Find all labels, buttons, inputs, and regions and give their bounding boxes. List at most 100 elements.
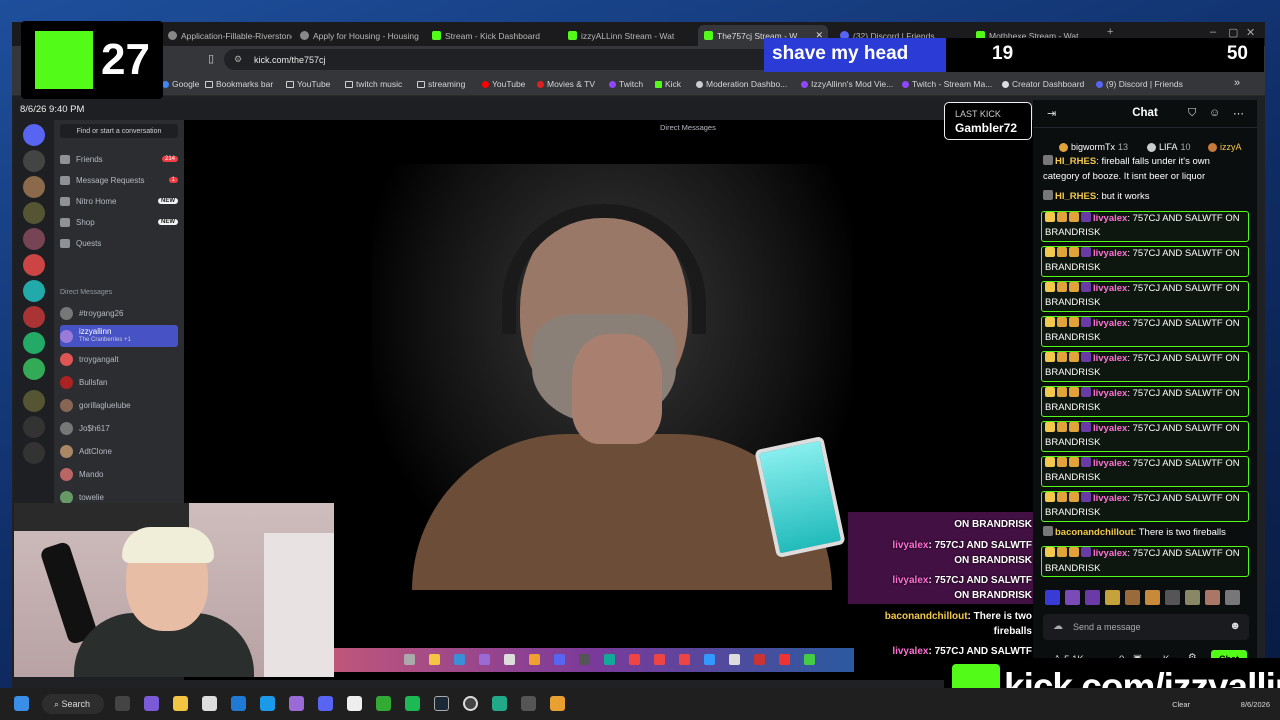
bookmark-icon[interactable]: ▯ — [208, 52, 214, 65]
xbox-icon[interactable] — [376, 696, 391, 711]
more-icon[interactable]: ⋯ — [1233, 107, 1244, 120]
tab-kick-dashboard[interactable]: Stream - Kick Dashboard — [426, 25, 556, 46]
file-explorer-icon[interactable] — [173, 696, 188, 711]
emote-icon[interactable] — [1205, 590, 1220, 605]
system-clock[interactable]: Clear 8/6/2026 — [1172, 700, 1270, 709]
chat-message[interactable]: livyalex: 757CJ AND SALWTF ON BRANDRISK — [1041, 245, 1249, 277]
bookmark-twitch-stream-manager[interactable]: Twitch - Stream Ma... — [902, 79, 992, 89]
edge-icon[interactable] — [260, 696, 275, 711]
chat-username[interactable]: livyalex — [1093, 493, 1127, 504]
dm-name: Mando — [79, 469, 104, 479]
bookmark-mod-view[interactable]: IzzyAllinn's Mod Vie... — [801, 79, 893, 89]
site-info-icon[interactable]: ⚙ — [234, 54, 242, 65]
bookmark-movies-tv[interactable]: Movies & TV — [537, 79, 595, 89]
chat-username[interactable]: HI_RHES — [1055, 156, 1096, 167]
audio-icon[interactable] — [347, 696, 362, 711]
folder-icon — [345, 80, 353, 88]
chat-username[interactable]: livyalex — [1093, 213, 1127, 224]
chat-message[interactable]: livyalex: 757CJ AND SALWTF ON BRANDRISK — [1041, 315, 1249, 347]
chat-username[interactable]: livyalex — [1093, 388, 1127, 399]
chat-settings-icon[interactable]: ☁ — [1053, 621, 1063, 632]
tab-label: Application-Fillable-Riverstone — [181, 30, 292, 41]
bookmark-moderation[interactable]: Moderation Dashbo... — [696, 79, 787, 89]
url-field[interactable]: ⚙ kick.com/the757cj — [224, 49, 784, 70]
twitch-icon — [902, 80, 909, 88]
chat-username[interactable]: livyalex — [1093, 318, 1127, 329]
app-icon[interactable] — [492, 696, 507, 711]
emote-icon[interactable] — [1105, 590, 1120, 605]
store-icon[interactable] — [202, 696, 217, 711]
users-icon[interactable]: ☺ — [1209, 107, 1220, 119]
emote-icon[interactable] — [1065, 590, 1080, 605]
dm-status: The Cranberries +1 — [79, 337, 131, 343]
bookmark-youtube-folder[interactable]: YouTube — [286, 79, 330, 89]
chat-username[interactable]: livyalex — [1093, 248, 1127, 259]
bookmark-bookmarks-bar[interactable]: Bookmarks bar — [205, 79, 273, 89]
chat-username[interactable]: livyalex — [1093, 548, 1127, 559]
bookmark-youtube[interactable]: YouTube — [482, 79, 525, 89]
tab-housing[interactable]: Apply for Housing - Housing — [294, 25, 424, 46]
bookmark-streaming[interactable]: streaming — [417, 79, 465, 89]
shield-icon[interactable]: ⛉ — [1188, 107, 1196, 120]
tab-application[interactable]: Application-Fillable-Riverstone — [162, 25, 292, 46]
kick-icon — [704, 31, 713, 40]
chat-username[interactable]: livyalex — [1093, 423, 1127, 434]
chat-message[interactable]: livyalex: 757CJ AND SALWTF ON BRANDRISK — [1041, 385, 1249, 417]
chat-message[interactable]: livyalex: 757CJ AND SALWTF ON BRANDRISK — [1041, 546, 1249, 577]
chat-message[interactable]: livyalex: 757CJ AND SALWTF ON BRANDRISK — [1041, 455, 1249, 487]
chat-username[interactable]: livyalex — [1093, 458, 1127, 469]
dm-item: #troygang26 — [60, 304, 178, 322]
emote-icon[interactable] — [1045, 590, 1060, 605]
bookmark-kick[interactable]: Kick — [655, 79, 681, 89]
emote-icon[interactable] — [1225, 590, 1240, 605]
badge-icon — [1081, 547, 1091, 557]
emoji-icon[interactable]: ☻ — [1229, 620, 1241, 632]
bookmark-twitch[interactable]: Twitch — [609, 79, 643, 89]
bookmark-google[interactable]: Google — [162, 79, 199, 89]
app-icon[interactable] — [144, 696, 159, 711]
overlay-line: ON BRANDRISK — [954, 555, 1032, 566]
gifter[interactable]: LIFA 10 — [1147, 142, 1191, 152]
emote-icon[interactable] — [1145, 590, 1160, 605]
emote-icon[interactable] — [1085, 590, 1100, 605]
obs-icon[interactable] — [463, 696, 478, 711]
chat-message[interactable]: HI_RHES: fireball falls under it's own c… — [1043, 155, 1249, 184]
chat-message[interactable]: baconandchillout: There is two fireballs — [1043, 525, 1249, 541]
badge-icon — [1045, 351, 1055, 362]
more-bookmarks-icon[interactable]: » — [1234, 77, 1240, 89]
chat-username[interactable]: baconandchillout — [1055, 527, 1134, 538]
minimize-icon[interactable]: – — [1210, 26, 1216, 38]
bookmark-creator-dashboard[interactable]: Creator Dashboard — [1002, 79, 1084, 89]
spotify-icon[interactable] — [405, 696, 420, 711]
discord-icon[interactable] — [318, 696, 333, 711]
windows-start-icon[interactable] — [14, 696, 29, 711]
emote-icon[interactable] — [1165, 590, 1180, 605]
app-icon[interactable] — [231, 696, 246, 711]
app-icon[interactable] — [521, 696, 536, 711]
tab-izzyallinn[interactable]: izzyALLinn Stream - Wat — [562, 25, 692, 46]
bookmark-twitch-music[interactable]: twitch music — [345, 79, 402, 89]
gifter[interactable]: izzyA — [1208, 142, 1242, 152]
gifter[interactable]: bigwormTx 13 — [1059, 142, 1128, 152]
chat-message[interactable]: livyalex: 757CJ AND SALWTF ON BRANDRISK — [1041, 350, 1249, 382]
task-view-icon[interactable] — [115, 696, 130, 711]
bookmark-discord-friends[interactable]: (9) Discord | Friends — [1096, 79, 1183, 89]
chat-message[interactable]: livyalex: 757CJ AND SALWTF ON BRANDRISK — [1041, 490, 1249, 522]
server-icon — [23, 202, 45, 224]
chat-username[interactable]: livyalex — [1093, 353, 1127, 364]
chat-username[interactable]: livyalex — [1093, 283, 1127, 294]
taskbar-search[interactable]: ⌕ Search — [42, 694, 104, 714]
chat-message[interactable]: livyalex: 757CJ AND SALWTF ON BRANDRISK — [1041, 210, 1249, 242]
app-icon[interactable] — [289, 696, 304, 711]
steam-icon[interactable] — [434, 696, 449, 711]
new-tab-icon[interactable]: + — [1107, 26, 1113, 38]
vlc-icon[interactable] — [550, 696, 565, 711]
chat-message[interactable]: HI_RHES: but it works — [1043, 190, 1249, 205]
chat-input[interactable]: ☁ Send a message ☻ — [1043, 614, 1249, 640]
chat-username[interactable]: HI_RHES — [1055, 191, 1096, 202]
chat-message[interactable]: livyalex: 757CJ AND SALWTF ON BRANDRISK — [1041, 420, 1249, 452]
emote-icon[interactable] — [1185, 590, 1200, 605]
webcam-door — [264, 533, 334, 677]
chat-message[interactable]: livyalex: 757CJ AND SALWTF ON BRANDRISK — [1041, 280, 1249, 312]
emote-icon[interactable] — [1125, 590, 1140, 605]
